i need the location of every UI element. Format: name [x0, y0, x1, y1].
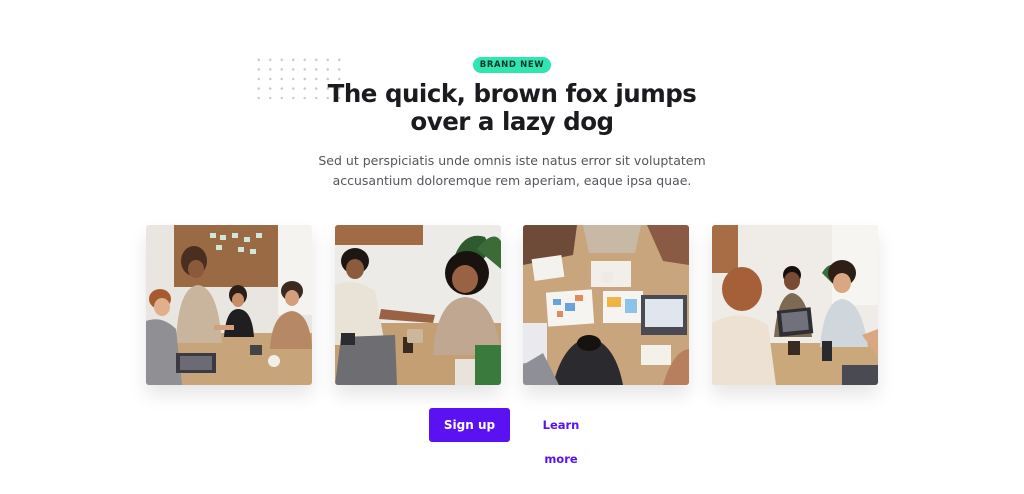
subtext-line-2: accusantium doloremque rem aperiam, eaqu…: [332, 173, 692, 188]
hero-headline: The quick, brown fox jumps over a lazy d…: [262, 80, 762, 136]
gallery-photo-3: [523, 225, 689, 385]
subtext-line-1: Sed ut perspiciatis unde omnis iste natu…: [318, 153, 706, 168]
sign-up-button[interactable]: Sign up: [429, 408, 510, 442]
learn-more-link[interactable]: Learn more: [524, 408, 598, 466]
gallery-photo-1: [146, 225, 312, 385]
photo-2-illustration: [335, 225, 501, 385]
headline-line-1: The quick, brown fox jumps: [327, 79, 697, 108]
headline-line-2: over a lazy dog: [410, 107, 614, 136]
photo-1-illustration: [146, 225, 312, 385]
gallery-photo-2: [335, 225, 501, 385]
photo-gallery: [146, 225, 878, 385]
photo-3-illustration: [523, 225, 689, 385]
photo-4-illustration: [712, 225, 878, 385]
hero-subtext: Sed ut perspiciatis unde omnis iste natu…: [282, 151, 742, 191]
brand-new-badge: BRAND NEW: [473, 57, 551, 73]
hero-section: BRAND NEW The quick, brown fox jumps ove…: [0, 0, 1024, 494]
gallery-photo-4: [712, 225, 878, 385]
